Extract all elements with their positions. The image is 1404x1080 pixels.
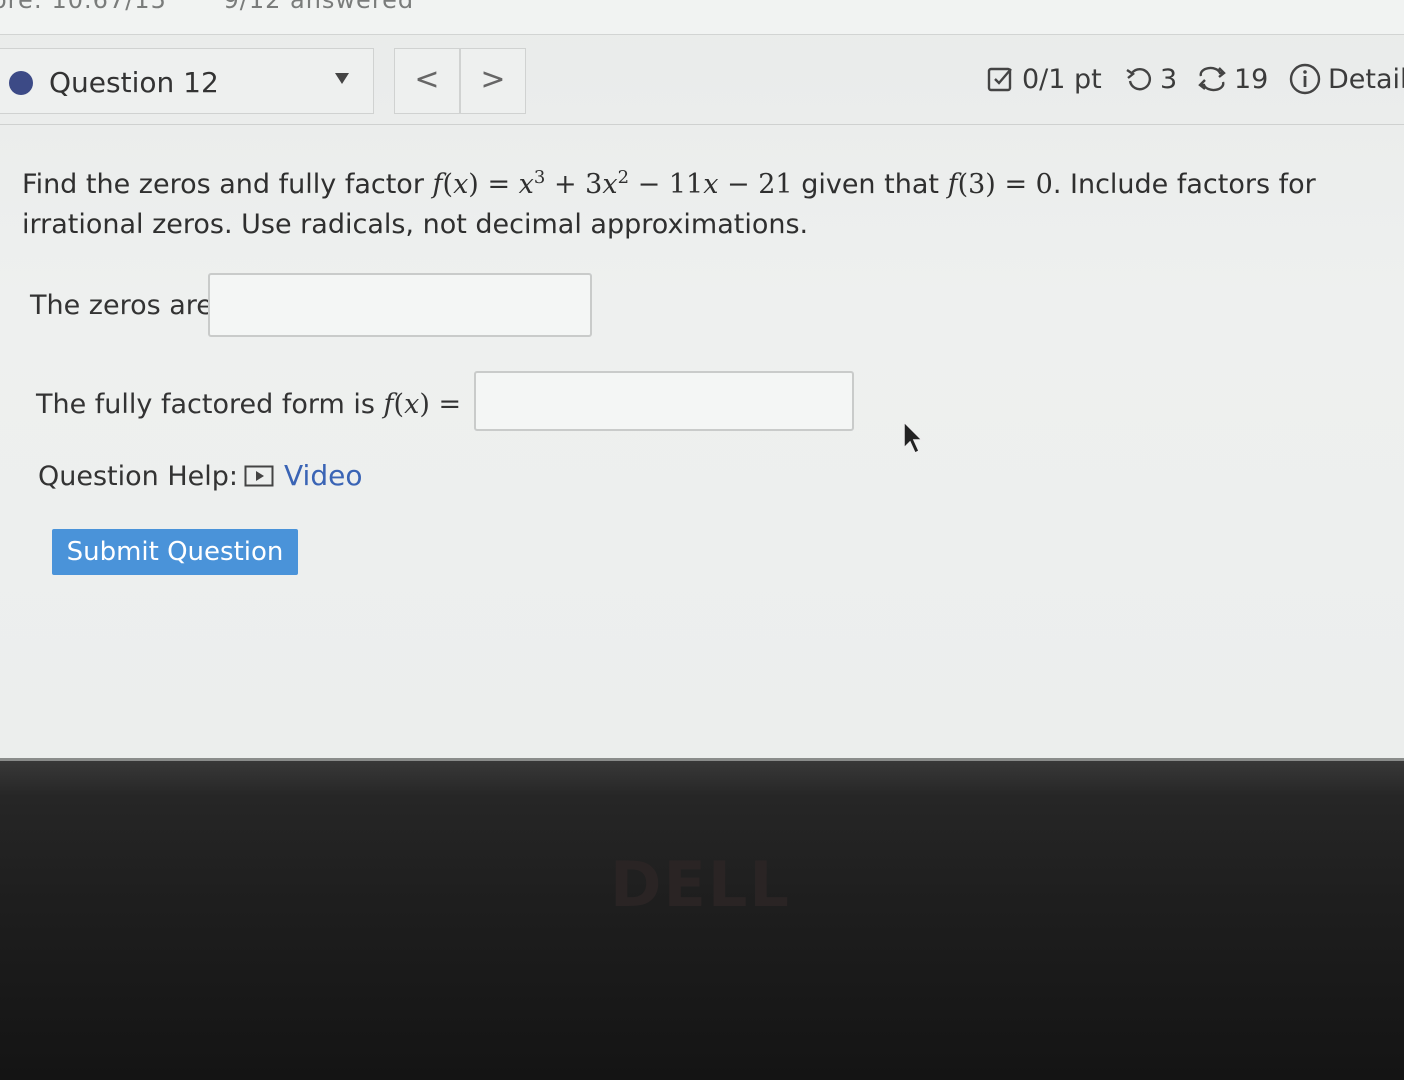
top-strip-text: ore: 10.67/15 9/12 answered (0, 0, 462, 14)
previous-question-button[interactable]: < (394, 48, 460, 114)
question-select[interactable]: Question 12 (0, 48, 374, 114)
attempts-count: 19 (1234, 63, 1269, 95)
term1-base: x (518, 169, 534, 200)
term2-base: x (602, 169, 618, 200)
given-text: given that (801, 169, 939, 200)
term3-variable: x (703, 169, 719, 200)
term3-coefficient: 11 (668, 169, 704, 200)
repeat-icon (1198, 66, 1226, 92)
info-icon (1289, 63, 1321, 95)
given-value: 0 (1035, 169, 1053, 200)
attempts-indicator: 19 (1196, 62, 1268, 96)
factored-function-variable: x (404, 389, 420, 420)
top-answered-text: 9/12 answered (223, 0, 415, 14)
function-name: f (432, 169, 443, 200)
video-play-icon (244, 465, 274, 486)
question-help-label: Question Help: (38, 461, 238, 492)
video-link-label: Video (284, 459, 363, 492)
given-argument: 3 (968, 169, 986, 200)
top-status-strip: ore: 10.67/15 9/12 answered (0, 0, 1404, 35)
operator-1: + (553, 169, 577, 200)
score-text: 0/1 pt (1022, 63, 1102, 95)
details-button[interactable]: Detail (1288, 62, 1404, 96)
question-text: Find the zeros and fully factor f(x) = x… (22, 167, 1316, 240)
question-label: Question 12 (49, 66, 219, 99)
zeros-label: The zeros are (30, 290, 213, 321)
factored-label-text: The fully factored form is (36, 389, 375, 420)
question-outro-line1: . Include factors for (1052, 169, 1316, 200)
term2-exponent: 2 (617, 167, 630, 188)
question-status-dot (9, 71, 33, 95)
function-variable: x (453, 169, 469, 200)
question-nav-bar: Question 12 < > 0/1 pt 3 19 Detail (0, 40, 1404, 125)
term1-exponent: 3 (533, 167, 546, 188)
details-label: Detail (1328, 63, 1404, 95)
retries-indicator: 3 (1124, 62, 1177, 96)
next-question-button[interactable]: > (460, 48, 526, 114)
term4-constant: 21 (758, 169, 793, 200)
submit-question-button[interactable]: Submit Question (52, 529, 298, 575)
bezel-edge (0, 758, 1404, 761)
video-help-link[interactable]: Video (244, 459, 362, 492)
dropdown-caret-icon (335, 73, 349, 84)
screen: ore: 10.67/15 9/12 answered Question 12 … (0, 0, 1404, 758)
brand-logo: DELL (610, 848, 791, 921)
factored-form-label: The fully factored form is f(x) = (36, 389, 462, 420)
question-outro-line2: irrational zeros. Use radicals, not deci… (22, 209, 809, 240)
retry-icon (1126, 68, 1151, 91)
top-score-text: ore: 10.67/15 (0, 0, 167, 14)
operator-3: − (727, 169, 750, 200)
factored-function-name: f (383, 389, 394, 420)
monitor-bezel: DELL (0, 758, 1404, 1080)
zeros-input[interactable] (208, 273, 592, 337)
factored-form-input[interactable] (474, 371, 854, 431)
term2-coefficient: 3 (585, 169, 603, 200)
operator-2: − (637, 169, 661, 200)
checkbox-edit-icon (987, 67, 1012, 92)
question-intro: Find the zeros and fully factor (22, 169, 424, 200)
retries-count: 3 (1160, 63, 1178, 95)
score-indicator: 0/1 pt (986, 62, 1102, 96)
mouse-cursor-icon (903, 420, 924, 455)
